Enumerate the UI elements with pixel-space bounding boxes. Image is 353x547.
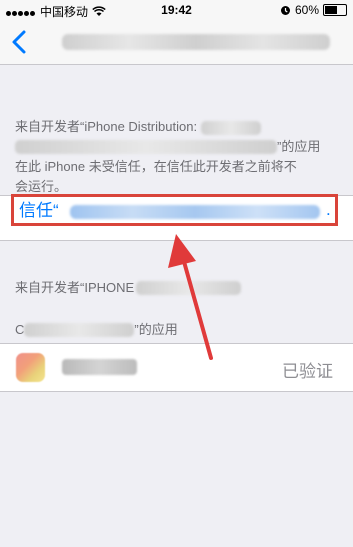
app-icon <box>16 353 45 382</box>
description-line: 在此 iPhone 未受信任，在信任此开发者之前将不 <box>15 159 297 174</box>
apps-description: 来自开发者“IPHONE C ”的应用 <box>15 278 340 340</box>
description-line: 来自开发者“IPHONE <box>15 278 340 298</box>
nav-bar <box>0 20 353 65</box>
annotation-arrow-icon <box>168 234 213 360</box>
redacted-app-name <box>62 359 137 375</box>
status-bar: 中国移动 19:42 60% <box>0 0 353 20</box>
redacted-developer-name <box>70 205 320 219</box>
battery-icon <box>323 4 347 16</box>
developer-description: 来自开发者“iPhone Distribution: ”的应用 在此 iPhon… <box>15 117 340 197</box>
description-line: 会运行。 <box>15 179 68 194</box>
trust-developer-button[interactable]: 信任“ <box>19 200 59 222</box>
chevron-left-icon[interactable] <box>8 28 32 56</box>
alarm-icon <box>280 5 290 15</box>
page-title-redacted <box>62 34 330 50</box>
redacted-text <box>15 140 277 154</box>
status-right: 60% <box>280 3 347 17</box>
redacted-text <box>200 120 261 135</box>
verified-status: 已验证 <box>282 362 333 381</box>
description-line: ”的应用 <box>15 137 340 157</box>
redacted-text <box>136 281 242 295</box>
redacted-text <box>24 323 135 337</box>
description-line: 来自开发者“iPhone Distribution: <box>15 117 340 137</box>
description-line: C ”的应用 <box>15 322 178 337</box>
verified-app-row: 已验证 <box>0 343 353 392</box>
trust-label-dot: . <box>326 200 331 219</box>
battery-percent: 60% <box>294 3 319 17</box>
